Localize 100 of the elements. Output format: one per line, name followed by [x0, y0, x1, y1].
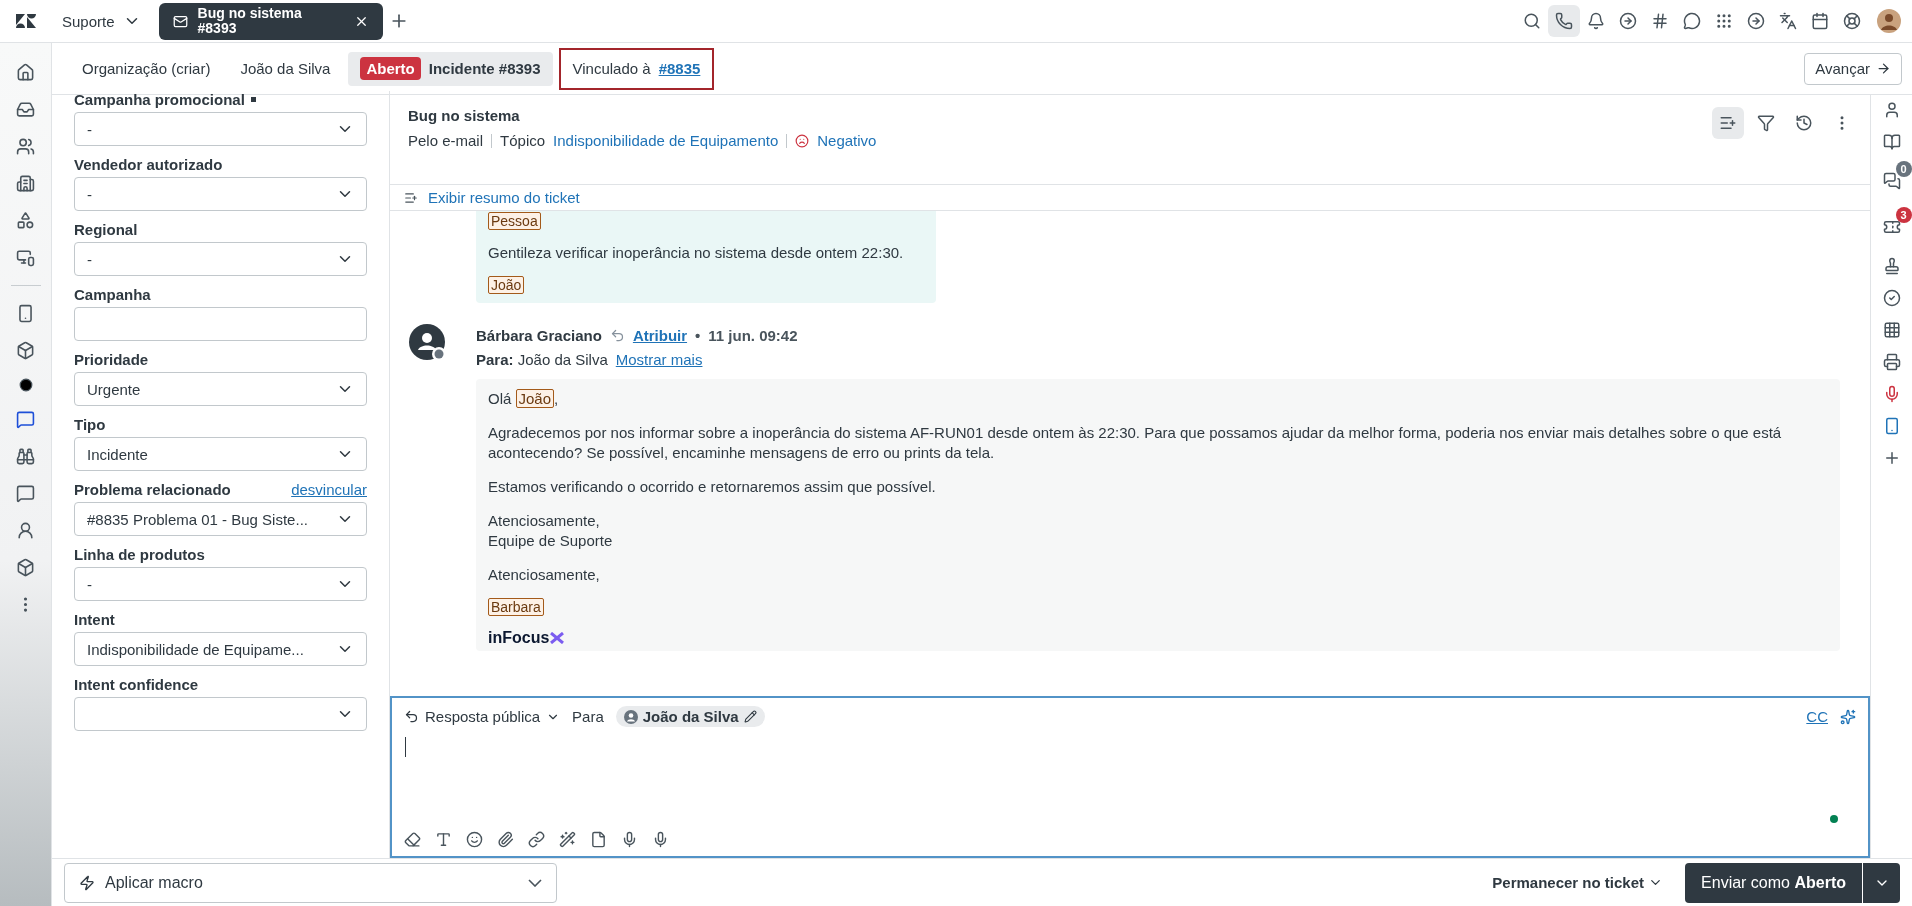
- phone-app-icon[interactable]: [16, 304, 35, 323]
- select-field[interactable]: Incidente: [74, 437, 367, 471]
- text-format-icon[interactable]: [435, 831, 452, 848]
- lightning-icon: [79, 874, 95, 891]
- ticket-link[interactable]: #8835: [658, 60, 701, 77]
- field-label: Campanha: [74, 286, 151, 303]
- sad-face-icon: [795, 133, 810, 148]
- attach-icon[interactable]: [497, 831, 514, 848]
- reply-mode-menu[interactable]: Resposta pública: [404, 708, 561, 725]
- arrow-circle-icon[interactable]: [1619, 12, 1637, 30]
- stay-menu[interactable]: Permanecer no ticket: [1486, 873, 1670, 892]
- devices-icon[interactable]: [16, 248, 35, 267]
- eraser-icon[interactable]: [404, 831, 421, 848]
- author-name: Bárbara Graciano: [476, 326, 602, 344]
- book-icon[interactable]: [1882, 133, 1901, 151]
- assign-link[interactable]: Atribuir: [632, 326, 688, 344]
- ticket-icon[interactable]: [1882, 218, 1901, 236]
- company-logo: inFocus: [488, 629, 1828, 647]
- summary-icon[interactable]: [1719, 114, 1737, 132]
- cc-link[interactable]: CC: [1806, 708, 1828, 725]
- field-label: Problema relacionado: [74, 481, 231, 498]
- select-field[interactable]: -: [74, 567, 367, 601]
- text-field[interactable]: [74, 307, 367, 341]
- speech-bubble-icon[interactable]: [16, 484, 35, 503]
- bell-icon[interactable]: [1587, 12, 1605, 30]
- phone-icon[interactable]: [1555, 12, 1573, 30]
- select-field[interactable]: Urgente: [74, 372, 367, 406]
- conversations-icon[interactable]: [1882, 172, 1901, 190]
- magic-wand-icon[interactable]: [559, 831, 576, 848]
- workspace-menu[interactable]: Suporte: [52, 12, 159, 30]
- field-label: Vendedor autorizado: [74, 156, 223, 173]
- ticket-tab[interactable]: Aberto Incidente #8393: [348, 51, 553, 86]
- select-field[interactable]: #8835 Problema 01 - Bug Siste...: [74, 502, 367, 536]
- field-label: Tipo: [74, 416, 106, 433]
- summary-link[interactable]: Exibir resumo do ticket: [428, 189, 580, 206]
- box-icon[interactable]: [16, 341, 35, 360]
- printer-icon[interactable]: [1882, 353, 1901, 371]
- next-button[interactable]: Avançar: [1804, 52, 1902, 85]
- unlink-link[interactable]: desvincular: [291, 481, 367, 498]
- app-icon[interactable]: [16, 410, 35, 429]
- select-field[interactable]: [74, 697, 367, 731]
- document-icon[interactable]: [590, 831, 607, 848]
- inbox-icon[interactable]: [16, 100, 35, 119]
- ticket-tab[interactable]: Bug no sistema #8393: [158, 2, 383, 40]
- users-icon[interactable]: [16, 137, 35, 156]
- linked-ticket-tab[interactable]: Vinculado à #8835: [558, 47, 715, 90]
- show-more-link[interactable]: Mostrar mais: [615, 350, 703, 368]
- pencil-icon[interactable]: [743, 710, 757, 723]
- user-icon[interactable]: [16, 521, 35, 540]
- circle-icon[interactable]: [18, 378, 33, 392]
- building-icon[interactable]: [16, 174, 35, 193]
- recipient-chip[interactable]: João da Silva: [615, 706, 765, 727]
- search-icon[interactable]: [1523, 12, 1541, 30]
- translate-icon[interactable]: [1779, 12, 1797, 30]
- reply-icon: [404, 709, 419, 724]
- arrow-right-icon: [1876, 61, 1891, 76]
- shapes-icon[interactable]: [16, 211, 35, 230]
- binoculars-icon[interactable]: [16, 447, 35, 466]
- grid-icon[interactable]: [1882, 321, 1901, 339]
- field-label: Intent confidence: [74, 676, 199, 693]
- topic-label: Tópico: [500, 132, 546, 149]
- app-logo[interactable]: [16, 14, 36, 28]
- history-icon[interactable]: [1795, 114, 1813, 132]
- context-tab[interactable]: João da Silva: [228, 51, 343, 86]
- box-icon[interactable]: [16, 558, 35, 577]
- check-circle-icon[interactable]: [1882, 289, 1901, 307]
- chat-icon[interactable]: [1683, 12, 1701, 30]
- user-avatar[interactable]: [1876, 8, 1902, 34]
- sparkle-icon[interactable]: [1840, 708, 1856, 725]
- chevron-down-icon: [528, 878, 542, 887]
- help-icon[interactable]: [1843, 12, 1861, 30]
- topic-link[interactable]: Indisponibilidade de Equipamento: [553, 132, 779, 149]
- select-field[interactable]: Indisponibilidade de Equipame...: [74, 632, 367, 666]
- stamp-icon[interactable]: [1882, 257, 1901, 275]
- count-badge: 0: [1895, 161, 1912, 177]
- select-field[interactable]: -: [74, 177, 367, 211]
- link-icon[interactable]: [528, 831, 545, 848]
- arrow-circle-icon[interactable]: [1747, 12, 1765, 30]
- calendar-icon[interactable]: [1811, 12, 1829, 30]
- submit-button[interactable]: Enviar como Aberto: [1685, 862, 1862, 903]
- microphone-icon[interactable]: [652, 831, 669, 848]
- greeting-text: Olá João ,: [488, 389, 560, 409]
- emoji-icon[interactable]: [466, 831, 483, 848]
- home-icon[interactable]: [16, 63, 35, 82]
- select-field[interactable]: -: [74, 112, 367, 146]
- filter-icon[interactable]: [1757, 114, 1775, 132]
- field-label: Linha de produtos: [74, 546, 205, 563]
- count-badge: 3: [1895, 207, 1912, 223]
- select-field[interactable]: -: [74, 242, 367, 276]
- submit-options-button[interactable]: [1862, 862, 1900, 903]
- macro-select[interactable]: Aplicar macro: [64, 862, 557, 903]
- field-label: Campanha promocional: [74, 91, 256, 108]
- microphone-icon[interactable]: [621, 831, 638, 848]
- hash-icon[interactable]: [1651, 12, 1669, 30]
- sentiment-link[interactable]: Negativo: [817, 132, 877, 149]
- grip-icon[interactable]: [1715, 12, 1733, 30]
- placeholder-tag: João: [488, 276, 525, 294]
- status-badge: Aberto: [360, 57, 421, 80]
- context-tab[interactable]: Organização (criar): [70, 51, 223, 86]
- reply-composer[interactable]: Resposta pública Para João da Silva CC: [390, 696, 1870, 858]
